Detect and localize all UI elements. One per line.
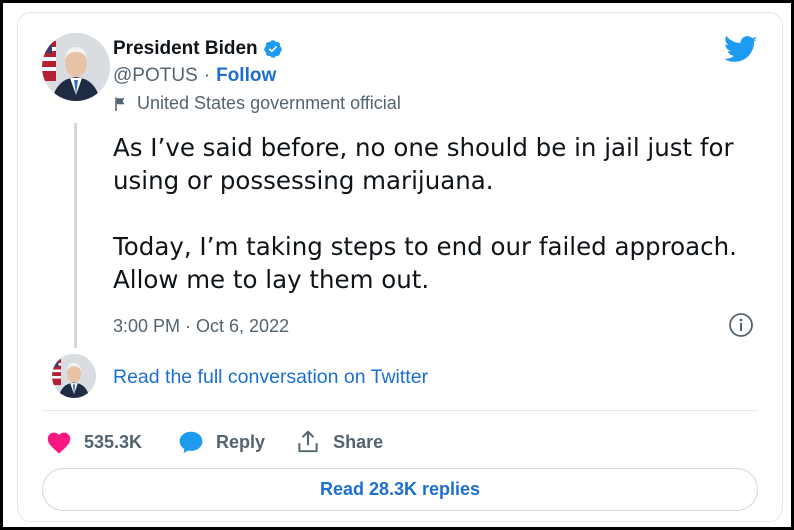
twitter-bird-icon[interactable] xyxy=(724,35,758,65)
account-label-row: United States government official xyxy=(113,93,401,114)
reply-label: Reply xyxy=(216,431,266,452)
separator-dot: · xyxy=(203,65,211,86)
tweet-actions: 535.3K Reply Share xyxy=(42,422,383,462)
author-handle-row: @POTUS · Follow xyxy=(113,65,276,87)
share-button[interactable]: Share xyxy=(295,429,383,455)
author-name[interactable]: President Biden xyxy=(113,38,258,60)
like-count: 535.3K xyxy=(84,431,143,452)
conversation-avatar[interactable] xyxy=(52,354,96,398)
author-handle[interactable]: @POTUS xyxy=(113,65,198,87)
divider xyxy=(42,410,758,411)
flag-icon xyxy=(113,96,129,112)
reply-button[interactable]: Reply xyxy=(178,430,265,454)
tweet-text: As I’ve said before, no one should be in… xyxy=(113,133,737,294)
read-conversation-link[interactable]: Read the full conversation on Twitter xyxy=(113,366,428,389)
author-name-row: President Biden xyxy=(113,37,283,61)
share-label: Share xyxy=(333,431,384,452)
info-icon[interactable] xyxy=(728,312,754,338)
tweet-timestamp[interactable]: 3:00 PM · Oct 6, 2022 xyxy=(113,316,289,337)
account-label: United States government official xyxy=(137,93,401,113)
share-icon xyxy=(295,429,321,455)
like-button[interactable]: 535.3K xyxy=(46,430,142,454)
heart-icon xyxy=(46,430,72,454)
verified-badge-icon xyxy=(263,39,283,59)
embedded-tweet-card: President Biden @POTUS · Follow United S… xyxy=(17,12,783,522)
thread-line xyxy=(74,123,77,348)
author-avatar[interactable] xyxy=(42,33,110,101)
screenshot-frame: President Biden @POTUS · Follow United S… xyxy=(0,0,794,530)
follow-button[interactable]: Follow xyxy=(216,65,276,87)
reply-bubble-icon xyxy=(178,430,204,454)
read-replies-button[interactable]: Read 28.3K replies xyxy=(42,468,758,511)
